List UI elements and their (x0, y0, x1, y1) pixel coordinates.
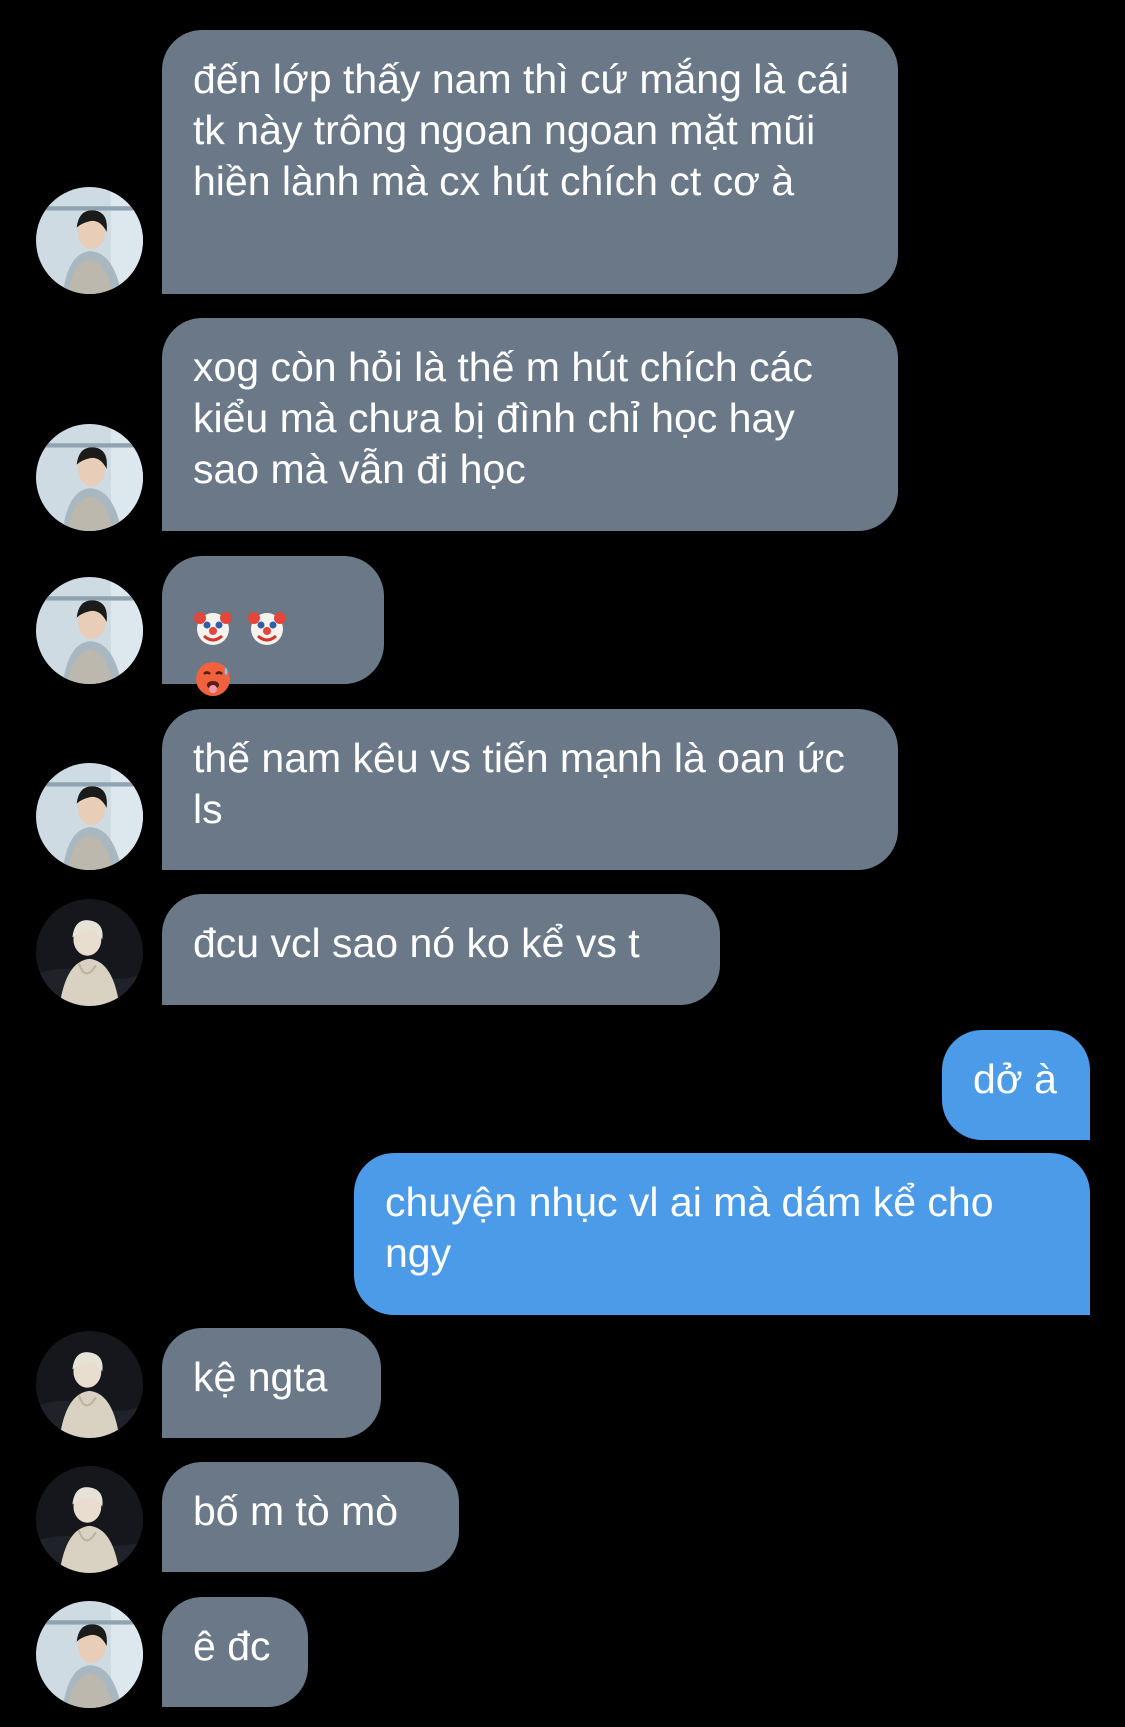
message-bubble-incoming[interactable] (162, 556, 384, 697)
contact-avatar[interactable] (36, 1466, 143, 1573)
contact-avatar[interactable] (36, 577, 143, 684)
message-bubble-incoming[interactable]: thế nam kêu vs tiến mạnh là oan ức ls (162, 709, 898, 870)
message-text: thế nam kêu vs tiến mạnh là oan ức ls (193, 735, 845, 832)
message-text: dở à (973, 1056, 1057, 1102)
contact-avatar[interactable] (36, 1601, 143, 1708)
message-bubble-incoming[interactable]: đcu vcl sao nó ko kể vs t (162, 894, 720, 1005)
message-bubble-incoming[interactable]: kệ ngta (162, 1328, 381, 1438)
hot-face-emoji (193, 659, 233, 699)
message-text: đcu vcl sao nó ko kể vs t (193, 920, 640, 966)
message-text: xog còn hỏi là thế m hút chích các kiểu … (193, 344, 813, 492)
message-text: ê đc (193, 1623, 271, 1669)
message-bubble-incoming[interactable]: ê đc (162, 1597, 308, 1707)
message-text: kệ ngta (193, 1354, 328, 1400)
message-text: đến lớp thấy nam thì cứ mắng là cái tk n… (193, 56, 849, 204)
clown-face-emoji (193, 608, 233, 648)
message-text: chuyện nhục vl ai mà dám kể cho ngy (385, 1179, 994, 1276)
message-bubble-outgoing[interactable]: dở à (942, 1030, 1090, 1140)
contact-avatar[interactable] (36, 899, 143, 1006)
contact-avatar[interactable] (36, 424, 143, 531)
clown-face-emoji (247, 608, 287, 648)
message-bubble-incoming[interactable]: đến lớp thấy nam thì cứ mắng là cái tk n… (162, 30, 898, 294)
contact-avatar[interactable] (36, 1331, 143, 1438)
message-text: bố m tò mò (193, 1488, 399, 1534)
message-bubble-outgoing[interactable]: chuyện nhục vl ai mà dám kể cho ngy (354, 1153, 1090, 1315)
contact-avatar[interactable] (36, 763, 143, 870)
message-bubble-incoming[interactable]: bố m tò mò (162, 1462, 459, 1572)
contact-avatar[interactable] (36, 187, 143, 294)
message-bubble-incoming[interactable]: xog còn hỏi là thế m hút chích các kiểu … (162, 318, 898, 531)
